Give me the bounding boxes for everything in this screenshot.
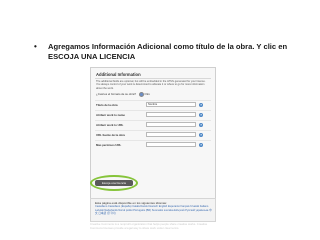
work-format-radio[interactable] <box>138 91 144 97</box>
attribution-name-input[interactable] <box>146 112 196 117</box>
field-label: Atribuir work to name <box>96 112 125 117</box>
languages-list[interactable]: Castellano Castellano (España) Català Da… <box>95 205 213 216</box>
more-permissions-input[interactable] <box>146 142 196 147</box>
panel-title: Additional Information <box>96 72 141 77</box>
languages-box: Esta página está disponible en los sigui… <box>90 198 216 222</box>
help-icon[interactable]: ? <box>199 102 203 107</box>
field-label: Atribuir work to URL <box>96 122 124 127</box>
panel-description: The additional fields are optional, but … <box>96 80 206 90</box>
field-row-source-url: URL fuente de la obra ? <box>95 130 211 139</box>
source-url-input[interactable] <box>146 132 196 137</box>
title-input[interactable]: Nombre <box>146 102 196 107</box>
field-row-title: Título de la obra Nombre ? <box>95 100 211 109</box>
work-format-question: ¿Cuál es el formato de su obra? Otro <box>96 91 210 97</box>
field-row-more-permissions: Mas permisos URL ? <box>95 140 211 149</box>
instruction-text: Agregamos Información Adicional como tít… <box>48 42 288 61</box>
bullet-dot: • <box>34 42 37 51</box>
panel-divider <box>95 78 211 79</box>
help-icon[interactable]: ? <box>199 122 203 127</box>
help-icon[interactable]: ? <box>199 142 203 147</box>
field-label: Mas permisos URL <box>96 142 122 147</box>
attribution-url-input[interactable] <box>146 122 196 127</box>
field-row-attribution-url: Atribuir work to URL ? <box>95 120 211 129</box>
faded-footer-text: Creative Commons is a nonprofit organiza… <box>90 222 208 230</box>
work-format-label: ¿Cuál es el formato de su obra? <box>96 92 136 96</box>
field-row-attribution-name: Atribuir work to name ? <box>95 110 211 119</box>
work-format-value: Otro <box>144 92 150 96</box>
choose-license-button[interactable]: Escoja una licencia <box>95 180 133 186</box>
help-icon[interactable]: ? <box>199 132 203 137</box>
field-label: Título de la obra <box>96 102 118 107</box>
help-icon[interactable]: ? <box>199 112 203 117</box>
field-label: URL fuente de la obra <box>96 132 125 137</box>
